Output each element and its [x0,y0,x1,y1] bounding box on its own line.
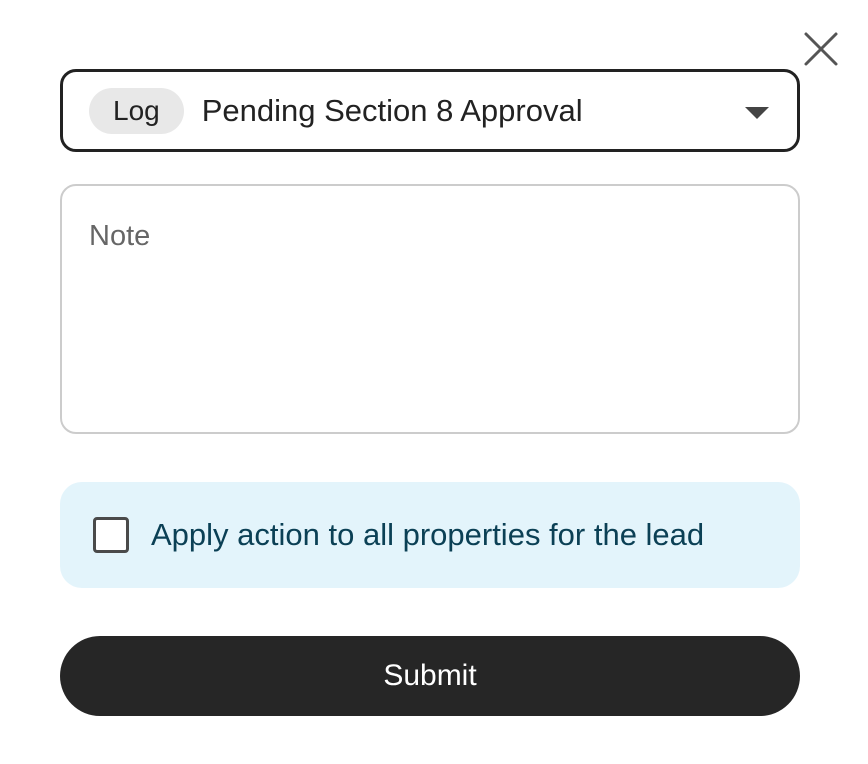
close-button[interactable] [802,30,840,68]
caret-down-icon[interactable] [745,107,769,119]
close-icon[interactable] [803,31,839,67]
action-status-select[interactable]: Log Pending Section 8 Approval [60,69,800,152]
apply-all-label[interactable]: Apply action to all properties for the l… [151,517,704,553]
apply-all-panel: Apply action to all properties for the l… [60,482,800,588]
action-dialog: Log Pending Section 8 Approval Apply act… [0,0,868,764]
selected-status: Pending Section 8 Approval [201,92,583,128]
note-field[interactable] [60,184,800,434]
log-chip: Log [89,87,184,134]
submit-button[interactable]: Submit [60,636,800,716]
apply-all-checkbox[interactable] [93,517,129,553]
